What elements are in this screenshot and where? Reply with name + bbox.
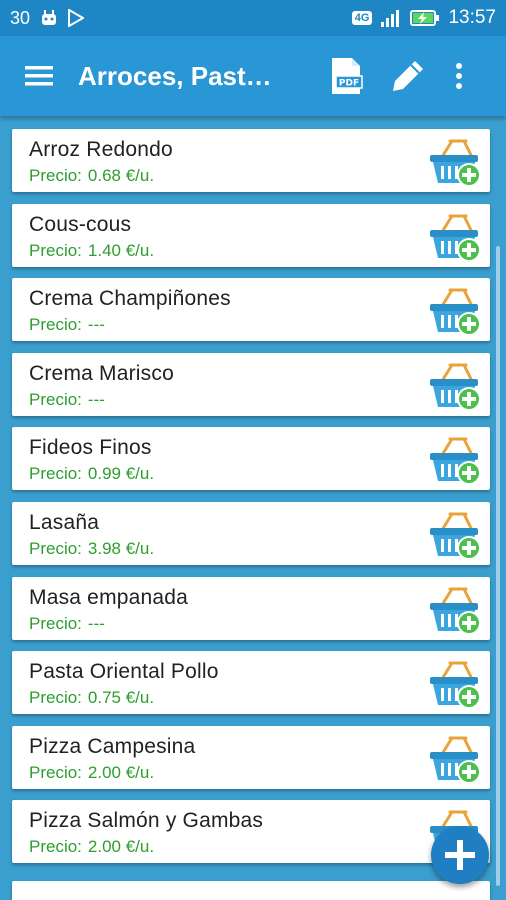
add-to-basket-button[interactable] — [428, 657, 482, 711]
app-bar: Arroces, Past… PDF — [0, 36, 506, 116]
plus-icon — [445, 840, 475, 870]
product-name: Pasta Oriental Pollo — [29, 660, 219, 684]
product-name: Crema Champiñones — [29, 287, 231, 311]
list-item[interactable]: Pizza Salmón y Gambas Precio: 2.00 €/u. — [12, 800, 490, 864]
add-to-basket-button[interactable] — [428, 210, 482, 264]
price-value: 2.00 €/u. — [87, 837, 155, 857]
price-value: --- — [87, 389, 105, 409]
product-name: Pizza Salmón y Gambas — [29, 809, 264, 833]
clock: 13:57 — [448, 7, 496, 28]
basket-add-icon — [428, 139, 482, 193]
add-to-basket-button[interactable] — [428, 135, 482, 189]
product-name: Masa empanada — [29, 585, 189, 609]
price-label: Precio: — [29, 539, 82, 558]
product-price: Precio: 0.68 €/u. — [29, 166, 154, 186]
edit-button[interactable] — [377, 36, 439, 116]
add-to-basket-button[interactable] — [428, 732, 482, 786]
price-label: Precio: — [29, 837, 82, 857]
product-price: Precio: 2.00 €/u. — [29, 763, 154, 783]
price-label: Precio: — [29, 389, 82, 409]
product-price: Precio: --- — [29, 315, 105, 335]
price-value: --- — [87, 315, 105, 335]
scrollbar[interactable] — [496, 246, 500, 886]
price-value: 1.40 €/u. — [87, 240, 155, 260]
add-to-basket-button[interactable] — [428, 508, 482, 562]
pdf-icon: PDF — [332, 58, 363, 94]
page-title: Arroces, Past… — [78, 60, 272, 91]
product-price: Precio: --- — [29, 614, 105, 634]
product-list[interactable]: Arroz Redondo Precio: 0.68 €/u. Cous-cous… — [0, 116, 506, 900]
play-store-icon — [68, 9, 85, 27]
add-product-fab[interactable] — [431, 826, 489, 884]
list-item[interactable]: Cous-cous Precio: 1.40 €/u. — [12, 203, 490, 267]
price-label: Precio: — [29, 315, 82, 335]
price-value: 0.68 €/u. — [87, 166, 155, 185]
product-price: Precio: 0.99 €/u. — [29, 464, 154, 484]
list-item[interactable]: Fideos Finos Precio: 0.99 €/u. — [12, 427, 490, 491]
product-price: Precio: --- — [29, 390, 105, 410]
product-name: Crema Marisco — [29, 361, 174, 385]
signal-icon — [381, 10, 400, 27]
product-name: Cous-cous — [29, 212, 132, 236]
price-value: 2.00 €/u. — [87, 762, 155, 782]
price-label: Precio: — [29, 688, 82, 708]
product-price: Precio: 2.00 €/u. — [29, 837, 154, 857]
list-item[interactable]: Lasaña Precio: 3.98 €/u. — [12, 502, 490, 565]
menu-button[interactable] — [0, 36, 78, 116]
add-to-basket-button[interactable] — [428, 433, 482, 487]
add-to-basket-button[interactable] — [428, 284, 482, 338]
list-item[interactable]: Crema Marisco Precio: --- — [12, 352, 490, 416]
product-price: Precio: 0.75 €/u. — [29, 688, 154, 708]
product-price: Precio: 1.40 €/u. — [29, 241, 154, 261]
basket-add-icon — [428, 437, 482, 491]
basket-add-icon — [428, 214, 482, 268]
basket-add-icon — [428, 512, 482, 566]
price-value: --- — [87, 613, 105, 633]
more-vert-icon — [456, 63, 462, 89]
product-name: Lasaña — [29, 511, 100, 534]
list-item[interactable]: Arroz Redondo Precio: 0.68 €/u. — [12, 129, 490, 192]
price-value: 0.75 €/u. — [87, 688, 155, 708]
basket-add-icon — [428, 363, 482, 417]
battery-charging-icon — [410, 10, 440, 26]
network-type-badge: 4G — [351, 11, 373, 25]
price-label: Precio: — [29, 464, 82, 484]
list-item-partial[interactable] — [12, 881, 490, 900]
pdf-export-button[interactable]: PDF — [315, 36, 377, 116]
price-label: Precio: — [29, 762, 82, 782]
more-options-button[interactable] — [439, 36, 479, 116]
pencil-icon — [393, 61, 423, 91]
list-item[interactable]: Pasta Oriental Pollo Precio: 0.75 €/u. — [12, 651, 490, 715]
product-name: Pizza Campesina — [29, 734, 196, 758]
price-label: Precio: — [29, 240, 82, 260]
list-item[interactable]: Masa empanada Precio: --- — [12, 576, 490, 640]
price-value: 3.98 €/u. — [87, 539, 155, 558]
add-to-basket-button[interactable] — [428, 359, 482, 413]
product-name: Arroz Redondo — [29, 138, 173, 161]
basket-add-icon — [428, 661, 482, 715]
basket-add-icon — [428, 736, 482, 790]
price-label: Precio: — [29, 613, 82, 633]
pdf-icon-label: PDF — [339, 79, 359, 89]
status-bar: 30 4G 13:57 — [0, 0, 506, 36]
basket-add-icon — [428, 587, 482, 641]
status-left-text: 30 — [10, 7, 31, 28]
price-value: 0.99 €/u. — [87, 464, 155, 484]
add-to-basket-button[interactable] — [428, 583, 482, 637]
menu-icon — [25, 66, 53, 86]
android-debug-icon — [42, 10, 57, 25]
product-name: Fideos Finos — [29, 436, 152, 460]
product-price: Precio: 3.98 €/u. — [29, 539, 154, 559]
list-item[interactable]: Crema Champiñones Precio: --- — [12, 278, 490, 342]
price-label: Precio: — [29, 166, 82, 185]
basket-add-icon — [428, 288, 482, 342]
list-item[interactable]: Pizza Campesina Precio: 2.00 €/u. — [12, 725, 490, 789]
